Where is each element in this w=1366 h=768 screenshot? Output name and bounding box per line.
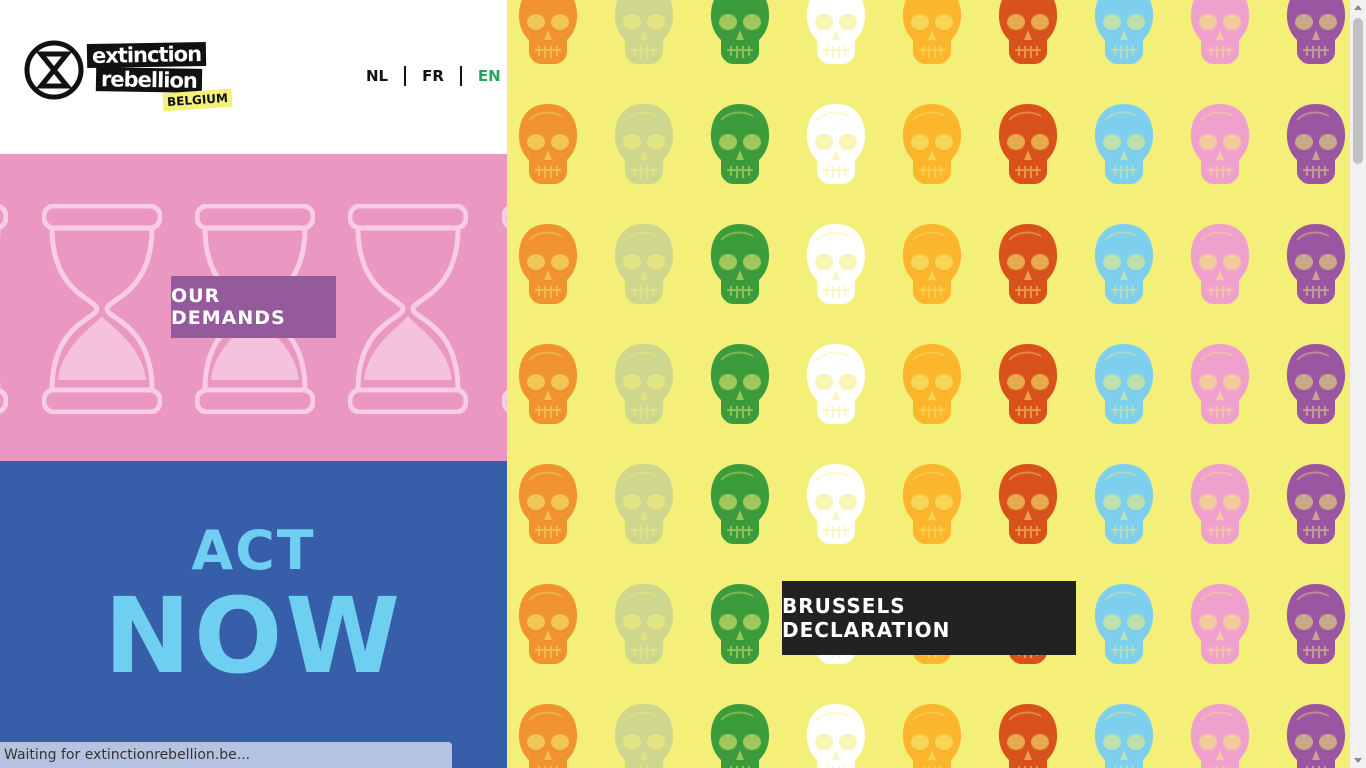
site-header: extinction rebellion BELGIUM NL FR EN bbox=[0, 0, 507, 154]
language-switcher: NL FR EN bbox=[350, 64, 517, 88]
skull-icon bbox=[518, 104, 578, 184]
demands-panel[interactable]: OUR DEMANDS bbox=[0, 154, 507, 461]
skull-icon bbox=[1286, 584, 1346, 664]
scrollbar-thumb[interactable] bbox=[1353, 18, 1363, 164]
skull-icon bbox=[998, 344, 1058, 424]
language-link-nl[interactable]: NL bbox=[350, 66, 404, 86]
skull-icon bbox=[518, 224, 578, 304]
skull-icon bbox=[710, 464, 770, 544]
skull-icon bbox=[1190, 584, 1250, 664]
skull-icon bbox=[902, 464, 962, 544]
language-link-fr[interactable]: FR bbox=[406, 66, 460, 86]
skull-icon bbox=[1094, 704, 1154, 768]
skull-icon bbox=[1094, 464, 1154, 544]
skull-icon bbox=[614, 0, 674, 64]
skull-icon bbox=[1094, 344, 1154, 424]
skull-icon bbox=[1094, 224, 1154, 304]
act-now-heading-line1: ACT bbox=[191, 519, 316, 582]
skull-icon bbox=[902, 0, 962, 64]
skull-icon bbox=[806, 0, 866, 64]
skull-icon bbox=[614, 104, 674, 184]
hourglass-icon bbox=[348, 204, 468, 414]
skull-icon bbox=[1286, 104, 1346, 184]
skull-icon bbox=[1094, 0, 1154, 64]
skull-icon bbox=[806, 104, 866, 184]
brussels-declaration-button[interactable]: BRUSSELS DECLARATION bbox=[782, 581, 1076, 655]
skull-icon bbox=[1286, 224, 1346, 304]
skull-icon bbox=[1094, 104, 1154, 184]
skull-icon bbox=[1190, 104, 1250, 184]
skull-icon bbox=[710, 224, 770, 304]
skull-icon bbox=[710, 584, 770, 664]
skull-icon bbox=[1094, 584, 1154, 664]
skull-icon bbox=[998, 464, 1058, 544]
skull-icon bbox=[614, 344, 674, 424]
skull-icon bbox=[1286, 464, 1346, 544]
skull-icon bbox=[998, 104, 1058, 184]
site-logo[interactable]: extinction rebellion BELGIUM bbox=[24, 40, 233, 118]
act-now-heading-line2: NOW bbox=[103, 575, 404, 697]
skull-icon bbox=[902, 104, 962, 184]
logo-text-rebellion: rebellion bbox=[95, 67, 203, 93]
skull-icon bbox=[1190, 0, 1250, 64]
skull-icon bbox=[614, 704, 674, 768]
skull-icon bbox=[998, 704, 1058, 768]
skull-icon bbox=[1286, 704, 1346, 768]
scroll-down-arrow-icon[interactable] bbox=[1354, 758, 1362, 763]
skull-icon bbox=[710, 0, 770, 64]
skull-icon bbox=[902, 224, 962, 304]
page-scrollbar[interactable] bbox=[1350, 0, 1366, 768]
skull-icon bbox=[806, 224, 866, 304]
skull-icon bbox=[614, 584, 674, 664]
skull-icon bbox=[902, 704, 962, 768]
skull-icon bbox=[806, 344, 866, 424]
skull-icon bbox=[518, 0, 578, 64]
skull-icon bbox=[710, 704, 770, 768]
skull-icon bbox=[710, 104, 770, 184]
skull-icon bbox=[710, 344, 770, 424]
skull-icon bbox=[1190, 464, 1250, 544]
skull-icon bbox=[1190, 224, 1250, 304]
skull-icon bbox=[518, 344, 578, 424]
skull-icon bbox=[902, 344, 962, 424]
skull-icon bbox=[518, 584, 578, 664]
skull-icon bbox=[998, 224, 1058, 304]
scroll-up-arrow-icon[interactable] bbox=[1354, 5, 1362, 10]
act-now-panel[interactable]: ACT NOW bbox=[0, 461, 507, 768]
skull-icon bbox=[614, 464, 674, 544]
logo-country-badge: BELGIUM bbox=[162, 88, 233, 112]
skull-icon bbox=[998, 0, 1058, 64]
skull-icon bbox=[614, 224, 674, 304]
skull-icon bbox=[806, 704, 866, 768]
skull-icon bbox=[806, 464, 866, 544]
skull-icon bbox=[1190, 704, 1250, 768]
skull-icon bbox=[1286, 344, 1346, 424]
hourglass-icon bbox=[0, 204, 8, 414]
skull-icon bbox=[1286, 0, 1346, 64]
skull-icon bbox=[518, 704, 578, 768]
logo-text-extinction: extinction bbox=[86, 41, 207, 69]
extinction-symbol-icon bbox=[24, 40, 84, 100]
browser-status-bar: Waiting for extinctionrebellion.be... bbox=[0, 742, 452, 768]
skull-icon bbox=[1190, 344, 1250, 424]
hourglass-icon bbox=[42, 204, 162, 414]
our-demands-button[interactable]: OUR DEMANDS bbox=[171, 276, 336, 338]
skull-icon bbox=[518, 464, 578, 544]
